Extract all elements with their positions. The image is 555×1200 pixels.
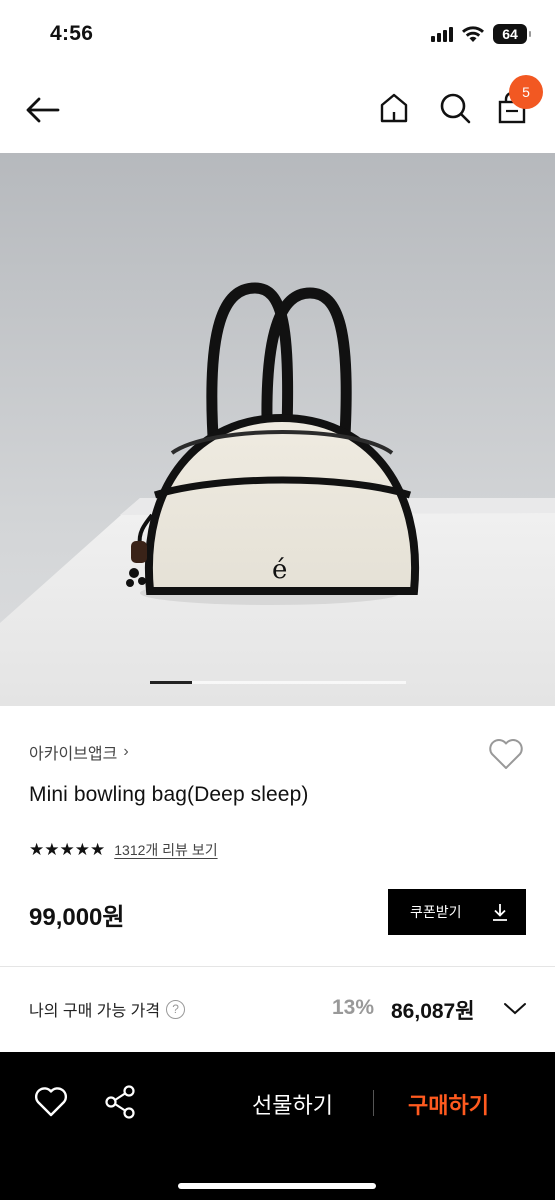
star-icon: ★	[59, 840, 75, 859]
star-icon: ★	[74, 840, 90, 859]
signal-icon	[431, 26, 453, 42]
my-price-value: 86,087원	[391, 1000, 475, 1023]
rating-stars: ★ ★ ★ ★ ★	[29, 840, 105, 860]
brand-logo-mark: é	[272, 555, 288, 585]
download-icon	[493, 904, 507, 921]
carousel-indicator-active	[150, 681, 192, 684]
back-arrow-icon	[26, 97, 60, 123]
chevron-right-icon: ›	[123, 743, 129, 760]
wishlist-heart-icon[interactable]	[487, 736, 525, 772]
chevron-down-icon[interactable]	[502, 997, 528, 1019]
my-price-label: 나의 구매 가능 가격 ?	[29, 997, 186, 1021]
help-icon[interactable]: ?	[166, 999, 186, 1019]
home-icon[interactable]	[376, 90, 412, 126]
nav-bar	[0, 70, 555, 152]
product-image	[0, 153, 555, 706]
section-divider	[0, 966, 555, 967]
coupon-download-button[interactable]: 쿠폰받기	[388, 889, 526, 935]
wifi-icon	[462, 26, 484, 42]
product-price: 99,000원	[29, 904, 125, 931]
coupon-label: 쿠폰받기	[410, 904, 462, 920]
search-icon[interactable]	[437, 90, 473, 126]
battery-icon: 64	[493, 24, 531, 44]
review-link[interactable]: 1312개 리뷰 보기	[114, 840, 217, 860]
cart-count-badge: 5	[509, 75, 543, 109]
product-image-carousel[interactable]: é	[0, 153, 555, 706]
status-icons: 64	[431, 24, 531, 44]
buy-button[interactable]: 구매하기	[408, 1088, 489, 1120]
brand-name: 아카이브앱크	[29, 746, 118, 763]
my-price-row[interactable]: 나의 구매 가능 가격 ? 13% 86,087원	[0, 985, 555, 1031]
star-icon: ★	[29, 840, 44, 859]
product-title: Mini bowling bag(Deep sleep)	[29, 783, 309, 806]
bottom-action-bar: 선물하기 구매하기	[0, 1052, 555, 1200]
status-time: 4:56	[50, 22, 94, 45]
back-button[interactable]	[22, 92, 62, 128]
star-icon: ★	[90, 840, 105, 859]
rating-row: ★ ★ ★ ★ ★ 1312개 리뷰 보기	[29, 840, 218, 860]
home-indicator	[178, 1183, 376, 1189]
gift-button[interactable]: 선물하기	[252, 1088, 333, 1120]
carousel-indicator-track	[192, 681, 406, 684]
my-price-label-text: 나의 구매 가능 가격	[29, 1003, 161, 1020]
discount-rate: 13%	[332, 996, 375, 1019]
action-separator	[373, 1090, 374, 1116]
status-bar: 4:56 64	[0, 0, 555, 70]
brand-link[interactable]: 아카이브앱크 ›	[29, 740, 129, 764]
share-icon[interactable]	[102, 1084, 138, 1120]
star-icon: ★	[44, 840, 59, 859]
heart-icon[interactable]	[33, 1084, 69, 1120]
